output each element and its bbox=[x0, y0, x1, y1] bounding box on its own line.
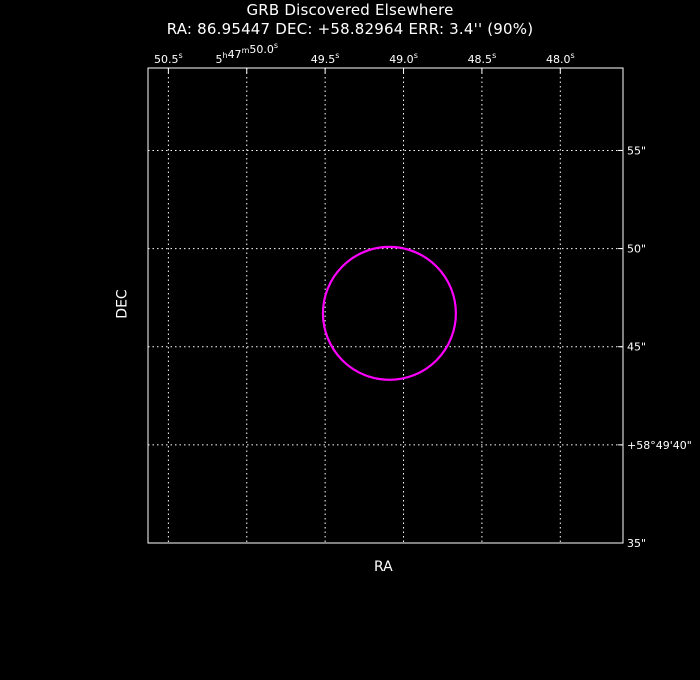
y-axis-label: DEC bbox=[114, 289, 131, 319]
ra-tick-label: 50.5s bbox=[154, 51, 183, 66]
ra-tick-label: 49.5s bbox=[311, 51, 340, 66]
tick-layer bbox=[167, 68, 623, 544]
ra-tick-label: 49.0s bbox=[389, 51, 418, 66]
x-axis-label: RA bbox=[374, 559, 393, 575]
plot-frame bbox=[147, 67, 624, 544]
ra-tick-label: 5h47m50.0s bbox=[215, 41, 278, 66]
dec-tick-label: 50" bbox=[627, 243, 646, 256]
sky-chart: 50.5s 5h47m50.0s 49.5s 49.0s 48.5s 48.0s 35" +5… bbox=[147, 41, 692, 550]
grid-layer bbox=[148, 68, 623, 544]
dec-tick-label: 45" bbox=[627, 341, 646, 354]
ra-tick-label: 48.0s bbox=[546, 51, 575, 66]
dec-tick-label: +58°49'40" bbox=[627, 439, 692, 452]
error-circle bbox=[321, 245, 457, 381]
dec-tick-label: 35" bbox=[627, 537, 646, 550]
dec-tick-label: 55" bbox=[627, 144, 646, 157]
ra-tick-label: 48.5s bbox=[468, 51, 497, 66]
tick-label-layer: 50.5s 5h47m50.0s 49.5s 49.0s 48.5s 48.0s 35" +5… bbox=[154, 41, 692, 550]
mark-layer bbox=[321, 245, 457, 381]
